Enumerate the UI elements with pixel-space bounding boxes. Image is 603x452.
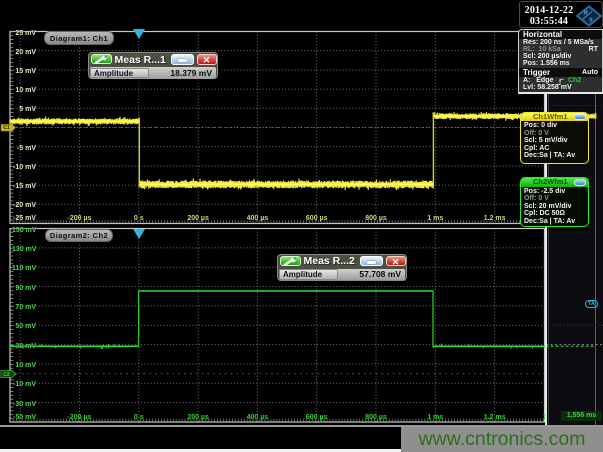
svg-text:S: S (589, 17, 593, 23)
